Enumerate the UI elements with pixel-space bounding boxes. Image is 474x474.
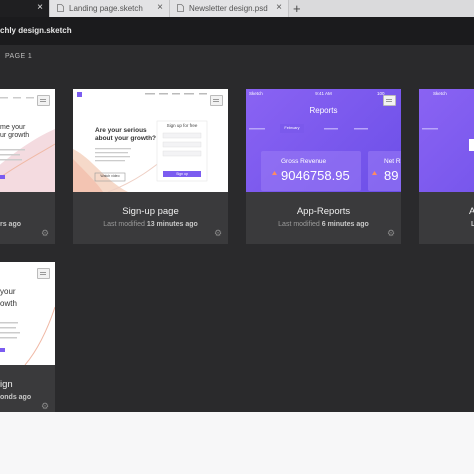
tab-close-icon[interactable]: ×: [276, 2, 282, 13]
gear-icon[interactable]: ⚙: [387, 229, 395, 238]
modified-prefix: Last modified: [278, 221, 320, 228]
artboard-thumbnail: Sketch 9:41 AM 100 Reports February Gros…: [246, 89, 401, 192]
artboard-name: ign: [0, 379, 13, 390]
artboard-thumbnail: Are your serious about your growth? Sign…: [73, 89, 228, 192]
artboard-thumbnail: your owth: [0, 262, 55, 365]
tab-newsletter-design[interactable]: Newsletter design.psd ×: [170, 0, 289, 17]
tab-active[interactable]: ×: [0, 0, 50, 17]
cta-label: Watch video: [100, 174, 120, 178]
artboard-modified: rs ago: [0, 221, 21, 228]
modified-time: onds ago: [0, 394, 32, 401]
file-icon: [177, 4, 184, 12]
gear-icon[interactable]: ⚙: [41, 229, 49, 238]
tab-landing-page[interactable]: Landing page.sketch ×: [50, 0, 170, 17]
tab-label: Landing page.sketch: [69, 4, 143, 13]
artboard-card[interactable]: your owth ign onds ago ⚙: [0, 262, 55, 412]
app-window: × Landing page.sketch × Newsletter desig…: [0, 0, 474, 412]
modified-prefix: Last modified: [103, 221, 145, 228]
form-title: Sign up for free: [166, 123, 198, 128]
artboard-name: A: [469, 206, 474, 217]
stat-label-2: Net R: [384, 158, 401, 165]
comment-icon[interactable]: [383, 95, 396, 106]
gear-icon[interactable]: ⚙: [214, 229, 222, 238]
comment-icon[interactable]: [37, 268, 50, 279]
new-tab-button[interactable]: +: [293, 0, 301, 17]
gear-icon[interactable]: ⚙: [41, 402, 49, 411]
artboard-modified: onds ago: [0, 394, 31, 401]
month-tab: February: [284, 126, 300, 130]
document-title: chly design.sketch: [0, 26, 72, 35]
modified-time: 6 minutes ago: [321, 221, 369, 228]
artboard-card[interactable]: Are your serious about your growth? Sign…: [73, 89, 228, 244]
thumbnail-heading: Are your serious about your growth?: [95, 127, 157, 142]
comment-icon[interactable]: [210, 95, 223, 106]
tab-close-icon[interactable]: ×: [37, 2, 43, 13]
artboard-modified: Last modified 6 minutes ago: [246, 221, 401, 228]
artboard-card[interactable]: Sketch A L: [419, 89, 474, 244]
stat-label: Gross Revenue: [281, 158, 327, 165]
tab-bar: × Landing page.sketch × Newsletter desig…: [0, 0, 474, 17]
file-icon: [57, 4, 64, 12]
artboard-name: Sign-up page: [122, 206, 179, 217]
thumbnail-heading: your owth: [0, 287, 17, 308]
artboard-name: App-Reports: [296, 206, 351, 217]
artboard-card[interactable]: Sketch 9:41 AM 100 Reports February Gros…: [246, 89, 401, 244]
comment-icon[interactable]: [37, 95, 50, 106]
tab-label: Newsletter design.psd: [189, 4, 268, 13]
artboard-thumbnail: me your ur growth: [0, 89, 55, 192]
artboard-thumbnail: Sketch: [419, 89, 474, 192]
form-button: Sign up: [176, 172, 188, 176]
thumbnail-heading: me your ur growth: [0, 124, 30, 139]
tab-close-icon[interactable]: ×: [157, 2, 163, 13]
modified-time: rs ago: [0, 221, 22, 228]
toolbar: chly design.sketch: [0, 17, 474, 45]
stat-value-2: 89: [384, 168, 399, 183]
page-label: PAGE 1: [5, 53, 33, 60]
artboard-modified: Last modified 13 minutes ago: [73, 221, 228, 228]
stat-value: 9046758.95: [281, 168, 350, 183]
artboard-card[interactable]: me your ur growth e rs ago ⚙: [0, 89, 55, 244]
thumbnail-illustration: [422, 128, 474, 151]
modified-time: 13 minutes ago: [146, 221, 198, 228]
